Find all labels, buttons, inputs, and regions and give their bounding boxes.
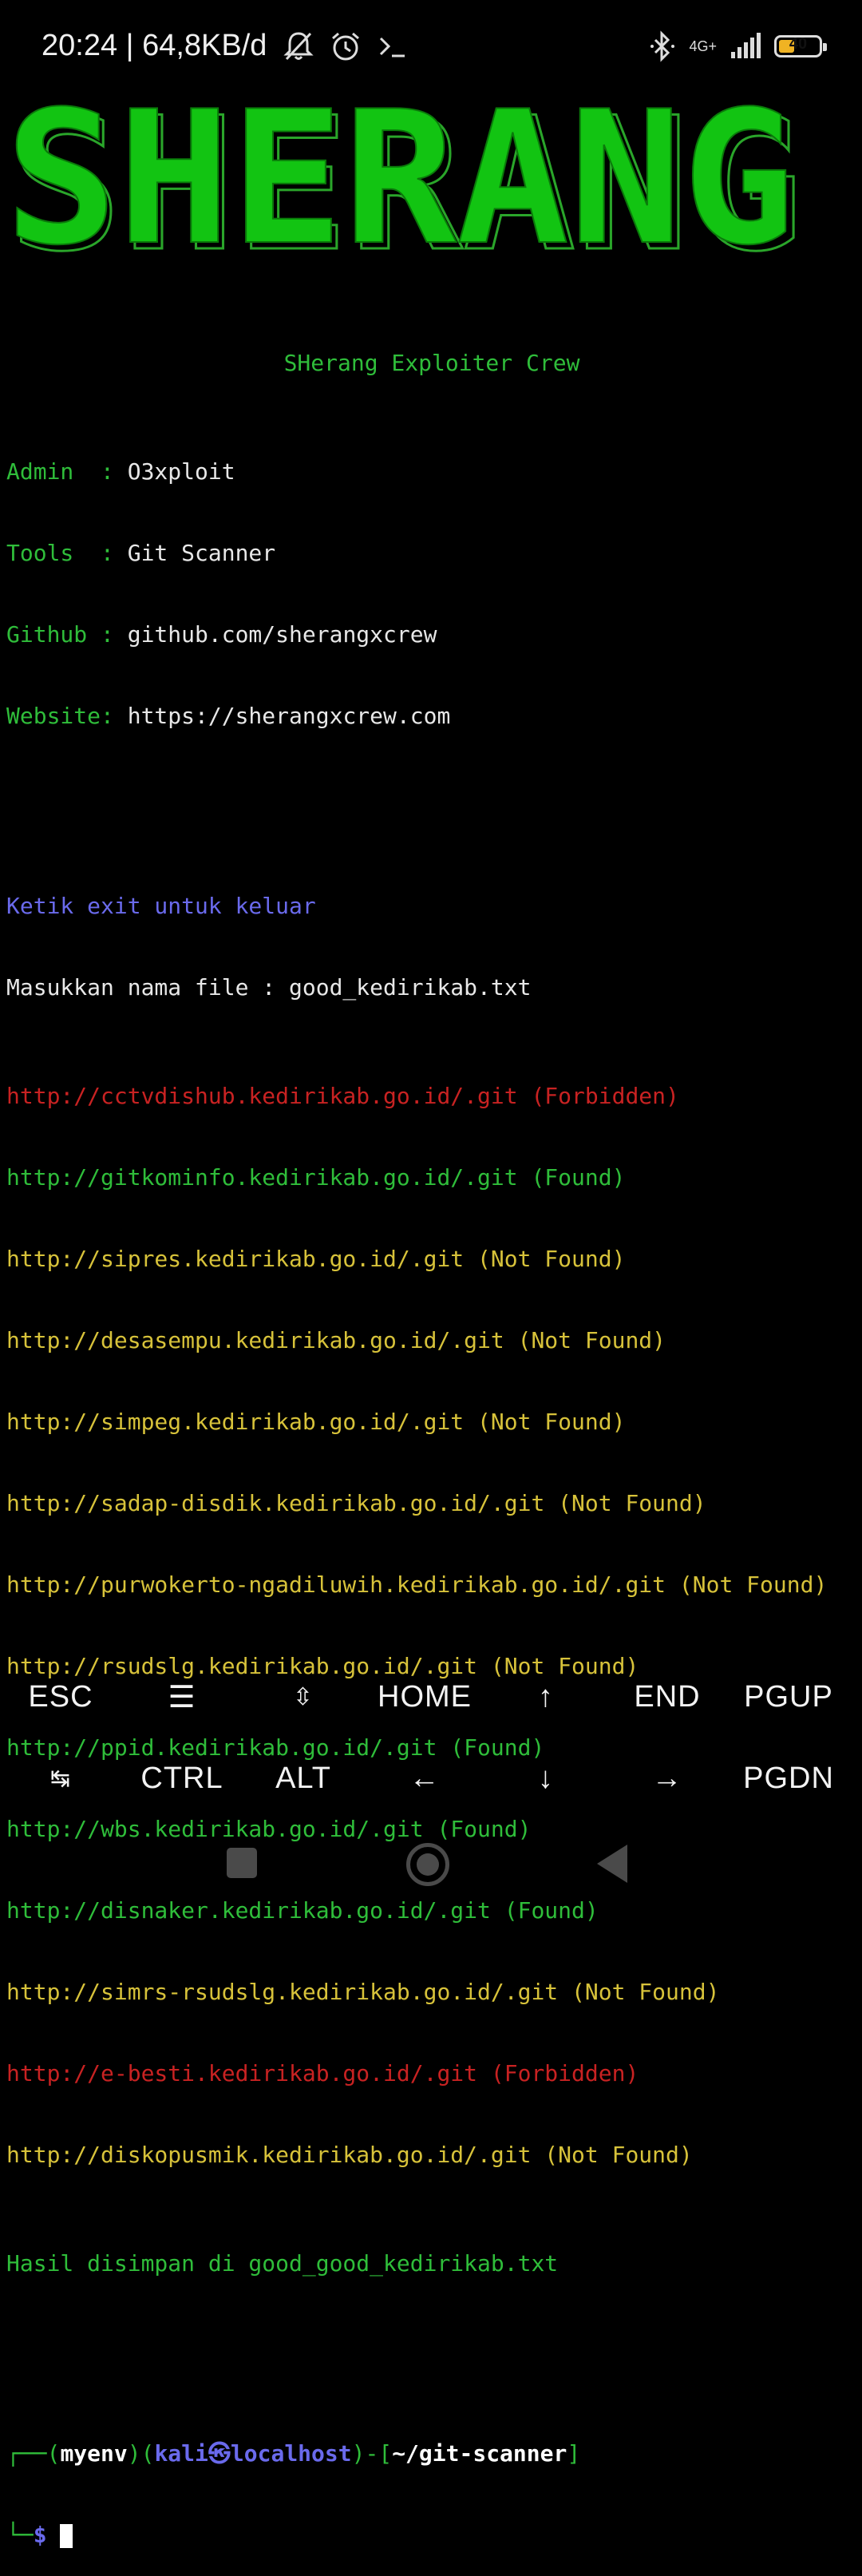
terminal-cursor[interactable] bbox=[60, 2524, 73, 2548]
shell-input-line[interactable]: └─$ bbox=[6, 2522, 857, 2549]
pgdn-key[interactable]: PGDN bbox=[728, 1762, 849, 1796]
status-bar: 20:24 | 64,8KB/d 4G+ 40 bbox=[0, 0, 862, 96]
info-label: Github : bbox=[6, 621, 128, 648]
scan-result-line: http://sadap-disdik.kedirikab.go.id/.git… bbox=[6, 1490, 706, 1516]
scan-result-line: http://gitkominfo.kedirikab.go.id/.git (… bbox=[6, 1164, 626, 1191]
menu-key[interactable]: ☰ bbox=[121, 1679, 243, 1715]
filename-prompt-line: Masukkan nama file : good_kedirikab.txt bbox=[6, 974, 532, 1001]
prompt-corner-bottom: └─ bbox=[6, 2522, 34, 2548]
ctrl-key[interactable]: CTRL bbox=[121, 1762, 243, 1796]
scan-result-line: http://sipres.kedirikab.go.id/.git (Not … bbox=[6, 1246, 626, 1272]
android-nav-bar bbox=[0, 1821, 862, 1908]
right-arrow-key[interactable]: → bbox=[607, 1762, 728, 1796]
end-key[interactable]: END bbox=[607, 1680, 728, 1714]
info-value: github.com/sherangxcrew bbox=[127, 621, 437, 648]
info-value: O3xploit bbox=[127, 458, 235, 485]
prompt-corner-top: ┌──( bbox=[6, 2440, 61, 2467]
home-key[interactable]: HOME bbox=[364, 1680, 485, 1714]
scan-result-line: http://cctvdishub.kedirikab.go.id/.git (… bbox=[6, 1083, 679, 1109]
battery-level: 40 bbox=[789, 35, 808, 53]
prompt-close: ] bbox=[567, 2440, 581, 2467]
info-value: https://sherangxcrew.com bbox=[127, 703, 451, 729]
status-notification-icons bbox=[283, 30, 409, 62]
terminal-output[interactable]: SHerang Exploiter Crew Admin : O3xploit … bbox=[6, 295, 857, 2576]
terminal-header-line: SHerang Exploiter Crew bbox=[6, 350, 857, 377]
tab-key[interactable]: ↹ bbox=[0, 1765, 121, 1793]
info-row-github: Github : github.com/sherangxcrew bbox=[6, 621, 857, 648]
info-row-admin: Admin : O3xploit bbox=[6, 458, 857, 485]
signal-icon bbox=[731, 33, 761, 58]
alt-key[interactable]: ALT bbox=[243, 1762, 364, 1796]
prompt-separator: )( bbox=[127, 2440, 155, 2467]
scan-result-line: http://simrs-rsudslg.kedirikab.go.id/.gi… bbox=[6, 1979, 720, 2005]
scan-result-line: http://diskopusmik.kedirikab.go.id/.git … bbox=[6, 2142, 693, 2168]
bell-off-icon bbox=[283, 32, 314, 61]
extra-keys-bar: ESC ☰ ⇳ HOME ↑ END PGUP ↹ CTRL ALT ← ↓ →… bbox=[0, 1656, 862, 1819]
recents-button[interactable] bbox=[227, 1848, 257, 1878]
prompt-symbol: $ bbox=[33, 2522, 47, 2548]
network-type-label: 4G+ bbox=[689, 38, 717, 54]
bluetooth-icon bbox=[650, 30, 675, 62]
sherang-banner-logo: SHERANG SHERANG bbox=[5, 102, 804, 262]
info-label: Tools : bbox=[6, 540, 128, 566]
extra-keys-row-2: ↹ CTRL ALT ← ↓ → PGDN bbox=[0, 1738, 862, 1819]
info-label: Admin : bbox=[6, 458, 128, 485]
info-row-tools: Tools : Git Scanner bbox=[6, 540, 857, 567]
scan-result-line: http://desasempu.kedirikab.go.id/.git (N… bbox=[6, 1327, 666, 1353]
crew-title: SHerang Exploiter Crew bbox=[283, 350, 580, 376]
saved-message: Hasil disimpan di good_good_kedirikab.tx… bbox=[6, 2250, 559, 2277]
pgup-key[interactable]: PGUP bbox=[728, 1680, 849, 1714]
down-arrow-key[interactable]: ↓ bbox=[485, 1762, 607, 1796]
prompt-env: myenv bbox=[60, 2440, 128, 2467]
banner-fill: SHERANG bbox=[5, 102, 795, 262]
status-system-icons: 4G+ 40 bbox=[649, 30, 827, 62]
prompt-user-host: kali㉿localhost bbox=[154, 2440, 352, 2467]
scan-result-line: http://purwokerto-ngadiluwih.kedirikab.g… bbox=[6, 1571, 828, 1598]
alarm-clock-icon bbox=[332, 32, 359, 61]
scan-result-line: http://simpeg.kedirikab.go.id/.git (Not … bbox=[6, 1409, 626, 1435]
home-button[interactable] bbox=[406, 1843, 449, 1886]
battery-icon: 40 bbox=[774, 35, 827, 57]
status-time: 20:24 | 64,8KB/d bbox=[42, 29, 267, 62]
shell-prompt-line: ┌──(myenv)(kali㉿localhost)-[~/git-scanne… bbox=[6, 2440, 857, 2467]
left-arrow-key[interactable]: ← bbox=[364, 1762, 485, 1796]
back-button[interactable] bbox=[597, 1845, 627, 1883]
info-row-website: Website: https://sherangxcrew.com bbox=[6, 703, 857, 730]
prompt-separator: )-[ bbox=[351, 2440, 393, 2467]
exit-hint: Ketik exit untuk keluar bbox=[6, 893, 316, 919]
info-value: Git Scanner bbox=[127, 540, 276, 566]
terminal-icon bbox=[379, 37, 405, 57]
extra-keys-row-1: ESC ☰ ⇳ HOME ↑ END PGUP bbox=[0, 1656, 862, 1738]
up-arrow-key[interactable]: ↑ bbox=[485, 1680, 607, 1714]
prompt-path: ~/git-scanner bbox=[392, 2440, 567, 2467]
info-label: Website: bbox=[6, 703, 128, 729]
keyboard-toggle-key[interactable]: ⇳ bbox=[243, 1683, 364, 1711]
esc-key[interactable]: ESC bbox=[0, 1680, 121, 1714]
scan-result-line: http://e-besti.kedirikab.go.id/.git (For… bbox=[6, 2060, 639, 2087]
